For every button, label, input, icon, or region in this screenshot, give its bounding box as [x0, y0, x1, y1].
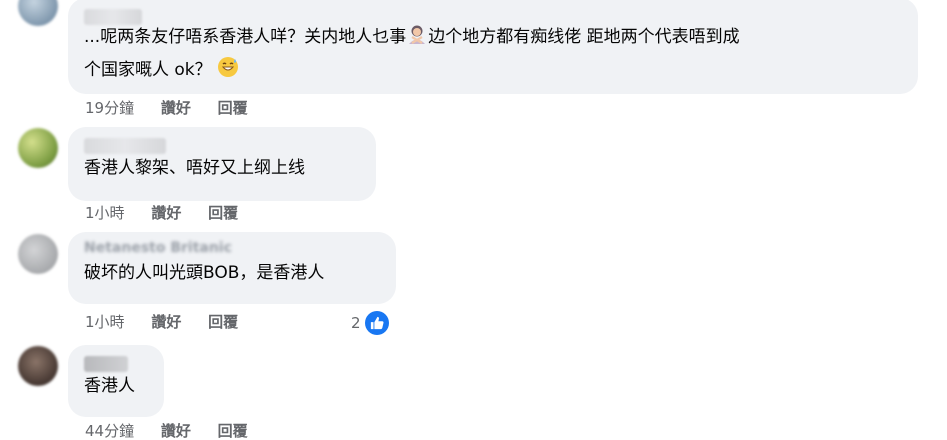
comment-bubble: 香港人 [68, 345, 164, 417]
person-gesturing-no-icon [406, 23, 428, 55]
comment-author[interactable] [84, 6, 902, 25]
commenter-avatar[interactable] [18, 0, 58, 26]
comment-actions: 1小時 讚好 回覆 [85, 312, 238, 332]
comment-timestamp[interactable]: 1小時 [85, 203, 125, 223]
reply-button[interactable]: 回覆 [218, 98, 248, 118]
like-button[interactable]: 讚好 [151, 312, 181, 332]
like-button[interactable]: 讚好 [161, 98, 191, 118]
comment-bubble: ...呢两条友仔唔系香港人咩？关内地人乜事 边个地方都有痴线佬 距地两个代表唔到成… [68, 0, 918, 94]
like-button[interactable]: 讚好 [161, 421, 191, 440]
thumbs-up-icon [364, 311, 389, 335]
comment-thread: ...呢两条友仔唔系香港人咩？关内地人乜事 边个地方都有痴线佬 距地两个代表唔到成… [0, 0, 947, 440]
reaction-count: 2 [351, 314, 361, 332]
reply-button[interactable]: 回覆 [208, 203, 238, 223]
comment-author[interactable] [84, 135, 360, 154]
comment-bubble: 香港人黎架、唔好又上纲上线 [68, 127, 376, 201]
comment-actions: 44分鐘 讚好 回覆 [85, 421, 248, 440]
reply-button[interactable]: 回覆 [218, 421, 248, 440]
comment-actions: 19分鐘 讚好 回覆 [85, 98, 248, 118]
comment-text: ...呢两条友仔唔系香港人咩？关内地人乜事 边个地方都有痴线佬 距地两个代表唔到成… [84, 22, 902, 88]
commenter-avatar[interactable] [18, 346, 58, 386]
commenter-avatar[interactable] [18, 128, 58, 168]
comment-timestamp[interactable]: 1小時 [85, 312, 125, 332]
comment-timestamp[interactable]: 19分鐘 [85, 98, 134, 118]
reply-button[interactable]: 回覆 [208, 312, 238, 332]
comment-text: 香港人 [84, 376, 135, 396]
comment-author[interactable]: Netanesto Britanic [84, 240, 380, 258]
comment-bubble: Netanesto Britanic 破坏的人叫光頭BOB，是香港人 [68, 232, 396, 304]
reaction-summary[interactable]: 2 [351, 311, 389, 335]
comment-actions: 1小時 讚好 回覆 [85, 203, 238, 223]
grinning-sweat-icon [217, 56, 239, 88]
comment-text: 香港人黎架、唔好又上纲上线 [84, 158, 305, 178]
commenter-avatar[interactable] [18, 234, 58, 274]
comment-timestamp[interactable]: 44分鐘 [85, 421, 134, 440]
comment-text: 破坏的人叫光頭BOB，是香港人 [84, 263, 325, 283]
comment-author[interactable] [84, 353, 148, 372]
like-button[interactable]: 讚好 [151, 203, 181, 223]
